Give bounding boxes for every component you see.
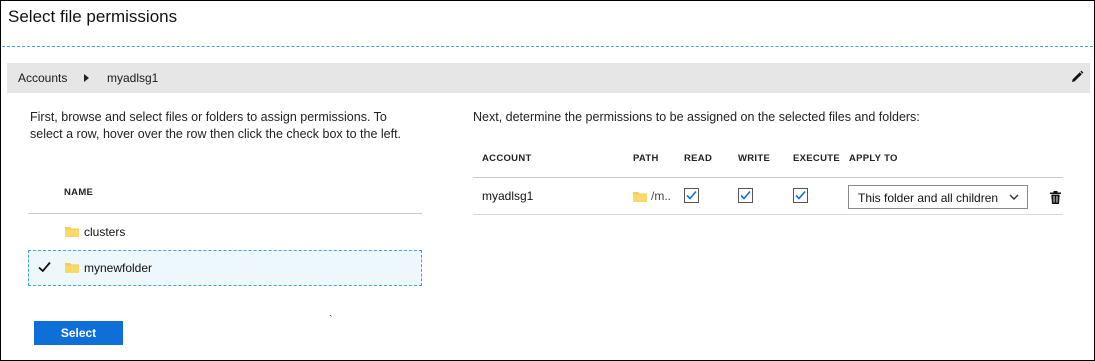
breadcrumb-accounts-link[interactable]: Accounts xyxy=(18,71,67,85)
folder-name: mynewfolder xyxy=(84,261,153,275)
folder-row-mynewfolder[interactable]: mynewfolder xyxy=(28,250,422,286)
folder-icon xyxy=(65,227,79,237)
check-icon[interactable] xyxy=(38,261,51,273)
trash-icon[interactable] xyxy=(1050,191,1061,204)
chevron-right-icon xyxy=(84,74,89,82)
permissions-header-divider xyxy=(473,177,1063,178)
right-instructions: Next, determine the permissions to be as… xyxy=(473,110,920,124)
apply-to-dropdown[interactable]: This folder and all children xyxy=(848,185,1028,209)
folder-name: clusters xyxy=(84,225,126,239)
select-button[interactable]: Select xyxy=(34,321,123,345)
account-column-header: ACCOUNT xyxy=(482,153,532,164)
check-icon xyxy=(740,190,751,200)
apply-to-column-header: APPLY TO xyxy=(849,153,898,164)
breadcrumb: Accounts myadlsg1 xyxy=(7,63,1090,93)
folder-icon xyxy=(65,263,79,273)
chevron-down-icon xyxy=(1009,194,1019,200)
write-column-header: WRITE xyxy=(738,153,771,164)
execute-column-header: EXECUTE xyxy=(793,153,840,164)
file-permissions-blade: Select file permissions Accounts myadlsg… xyxy=(0,0,1095,361)
left-instructions: First, browse and select files or folder… xyxy=(30,110,402,141)
blade-title: Select file permissions xyxy=(8,7,178,26)
edit-icon[interactable] xyxy=(1070,70,1084,84)
breadcrumb-current[interactable]: myadlsg1 xyxy=(107,71,158,85)
execute-checkbox[interactable] xyxy=(793,188,808,203)
title-divider xyxy=(2,46,1093,47)
write-checkbox[interactable] xyxy=(738,188,753,203)
folder-row-clusters[interactable]: clusters xyxy=(28,215,420,249)
stray-mark: ˋ xyxy=(329,314,333,326)
permission-account: myadlsg1 xyxy=(482,189,534,203)
read-checkbox[interactable] xyxy=(684,188,699,203)
permission-path: /m.. xyxy=(651,189,671,203)
folder-icon xyxy=(633,192,647,202)
check-icon xyxy=(795,190,806,200)
header-divider xyxy=(28,213,422,214)
read-column-header: READ xyxy=(684,153,713,164)
apply-to-value: This folder and all children xyxy=(858,191,999,205)
check-icon xyxy=(686,190,697,200)
name-column-header[interactable]: NAME xyxy=(64,187,93,198)
path-column-header: PATH xyxy=(633,153,659,164)
permissions-row-divider xyxy=(473,214,1063,215)
